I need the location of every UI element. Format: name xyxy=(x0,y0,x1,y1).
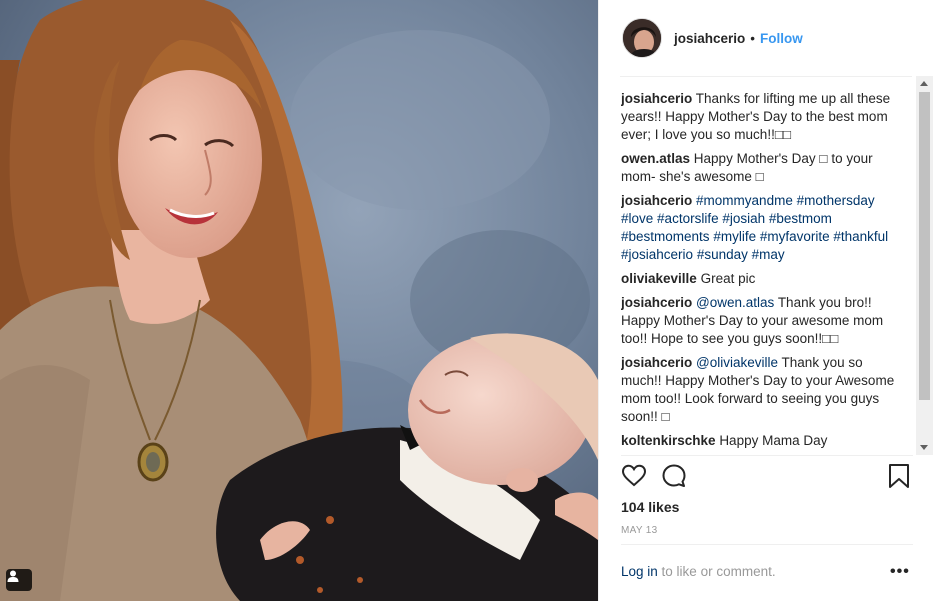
more-options-icon[interactable]: ••• xyxy=(890,563,910,581)
mention-link[interactable]: @owen.atlas xyxy=(696,295,774,310)
hashtag-link[interactable]: #josiah xyxy=(722,211,765,226)
comment-username[interactable]: owen.atlas xyxy=(621,151,690,166)
comment-glyph xyxy=(662,464,686,487)
hashtag-link[interactable]: #josiahcerio xyxy=(621,247,693,262)
hashtag-link[interactable]: #mommyandme xyxy=(696,193,793,208)
comment-username[interactable]: josiahcerio xyxy=(621,91,692,106)
mention-link[interactable]: @oliviakeville xyxy=(696,355,778,370)
hashtag-link[interactable]: #love xyxy=(621,211,653,226)
action-bar xyxy=(621,463,913,493)
comments-scrollbar[interactable] xyxy=(916,76,933,455)
photo-illustration xyxy=(0,0,598,601)
comment-username[interactable]: oliviakeville xyxy=(621,271,697,286)
scroll-down-arrow-icon[interactable] xyxy=(920,445,928,450)
comments-list[interactable]: josiahcerio Thanks for lifting me up all… xyxy=(621,90,903,456)
instagram-post: josiahcerio • Follow josiahcerio Thanks … xyxy=(0,0,934,601)
comment-username[interactable]: josiahcerio xyxy=(621,193,692,208)
comment-username[interactable]: josiahcerio xyxy=(621,355,692,370)
bookmark-icon[interactable] xyxy=(888,463,910,494)
post-author-username[interactable]: josiahcerio xyxy=(674,31,745,46)
header-divider xyxy=(620,76,912,77)
scroll-thumb[interactable] xyxy=(919,92,930,400)
list-item: oliviakeville Great pic xyxy=(621,270,903,288)
avatar[interactable] xyxy=(622,18,662,58)
header-separator: • xyxy=(750,30,756,46)
hashtag-link[interactable]: #myfavorite xyxy=(760,229,830,244)
post-date[interactable]: MAY 13 xyxy=(621,525,657,536)
hashtag-link[interactable]: #actorslife xyxy=(657,211,719,226)
hashtag-link[interactable]: #bestmom xyxy=(769,211,832,226)
footer-divider xyxy=(621,544,913,545)
hashtag-link[interactable]: #bestmoments xyxy=(621,229,710,244)
post-header: josiahcerio • Follow xyxy=(622,18,912,58)
comment-text: Great pic xyxy=(700,271,756,286)
login-link[interactable]: Log in xyxy=(621,564,658,579)
heart-icon[interactable] xyxy=(621,463,647,494)
comment-username[interactable]: josiahcerio xyxy=(621,295,692,310)
list-item: owen.atlas Happy Mother's Day □ to your … xyxy=(621,150,903,186)
hashtag-link[interactable]: #mylife xyxy=(713,229,756,244)
heart-glyph xyxy=(621,464,647,487)
scroll-up-arrow-icon[interactable] xyxy=(920,81,928,86)
comment-username[interactable]: koltenkirschke xyxy=(621,433,716,448)
login-prompt: Log in to like or comment. xyxy=(621,564,776,579)
login-prompt-text: to like or comment. xyxy=(657,564,776,579)
hashtag-link[interactable]: #mothersday xyxy=(797,193,875,208)
comment-text: Happy Mama Day xyxy=(719,433,828,448)
list-item: josiahcerio @owen.atlas Thank you bro!! … xyxy=(621,294,903,348)
likes-count[interactable]: 104 likes xyxy=(621,499,679,515)
comment-caption: josiahcerio Thanks for lifting me up all… xyxy=(621,90,903,144)
post-photo[interactable] xyxy=(0,0,598,601)
person-tag-icon[interactable] xyxy=(6,569,32,591)
comments-divider xyxy=(621,455,913,456)
list-item: josiahcerio @oliviakeville Thank you so … xyxy=(621,354,903,426)
bookmark-glyph xyxy=(889,464,909,488)
follow-button[interactable]: Follow xyxy=(760,31,803,46)
list-item: koltenkirschke Happy Mama Day xyxy=(621,432,903,450)
hashtag-link[interactable]: #may xyxy=(752,247,785,262)
avatar-image xyxy=(623,19,661,57)
person-tag-glyph xyxy=(7,570,19,582)
comment-bubble-icon[interactable] xyxy=(661,463,687,494)
hashtag-link[interactable]: #sunday xyxy=(697,247,748,262)
hashtag-link[interactable]: #thankful xyxy=(833,229,888,244)
list-item: josiahcerio #mommyandme #mothersday #lov… xyxy=(621,192,903,264)
